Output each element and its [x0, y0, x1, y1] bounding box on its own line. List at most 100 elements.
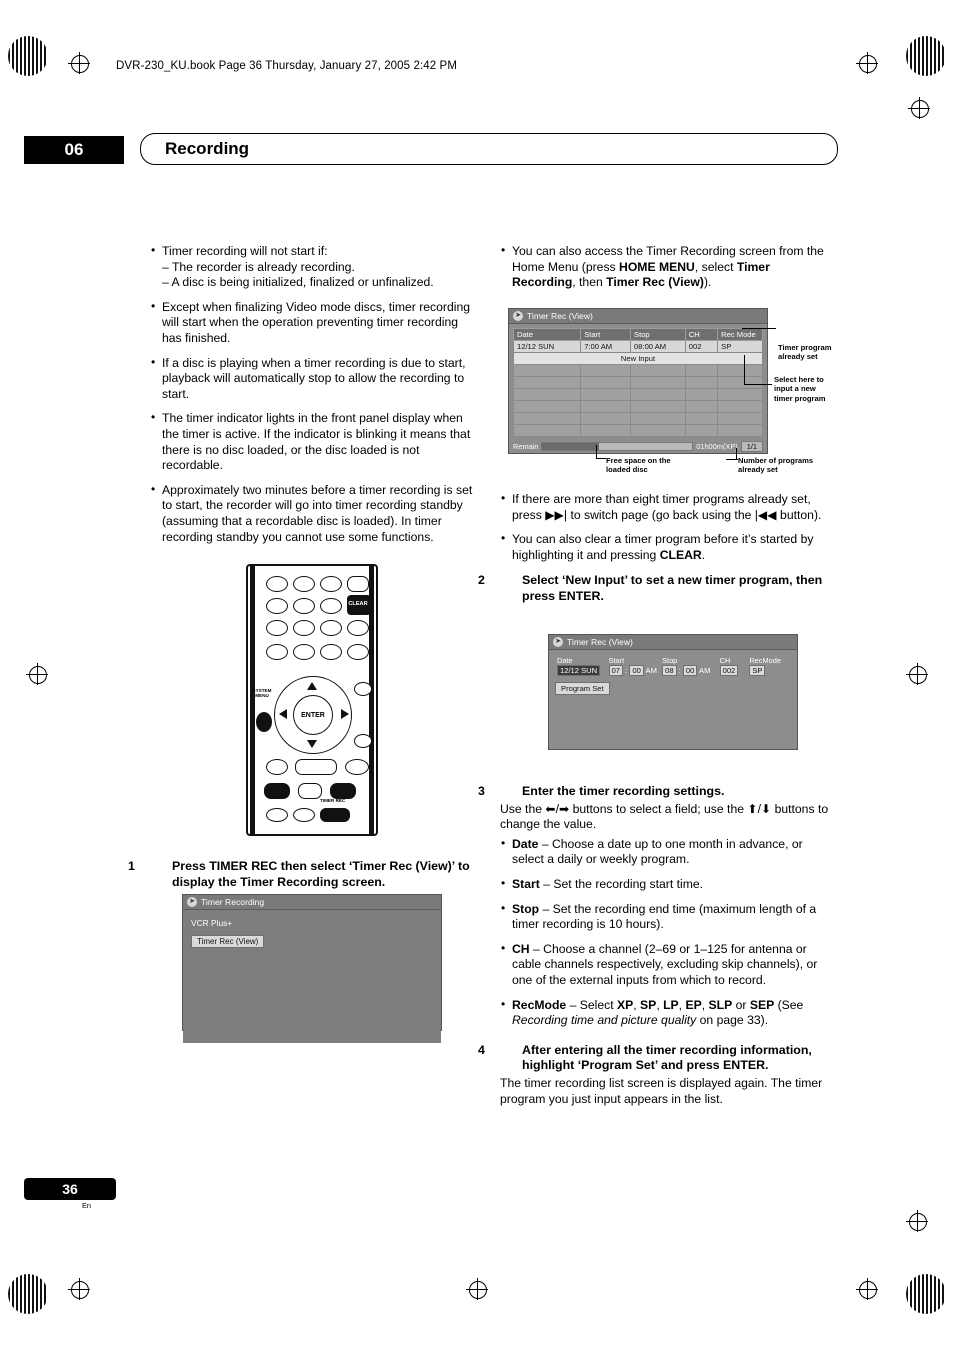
remote-button	[266, 620, 288, 636]
remote-button	[295, 759, 337, 775]
edit-values-row: 12/12 SUN 07 : 00 AM 08 : 00 AM 002 SP	[555, 665, 791, 676]
registration-mark-bottom-left	[68, 1278, 90, 1300]
field-ch[interactable]: 002	[719, 665, 739, 676]
cell-start: 7:00 AM	[580, 340, 632, 353]
table-row[interactable]: 12/12 SUN 7:00 AM 08:00 AM 002 SP	[512, 340, 763, 353]
callout-line	[744, 384, 772, 385]
term-desc: – Choose a date up to one month in advan…	[512, 836, 803, 867]
list-item: RecMode – Select XP, SP, LP, EP, SLP or …	[500, 997, 836, 1029]
list-item: Approximately two minutes before a timer…	[150, 482, 480, 545]
table-row[interactable]	[512, 400, 763, 413]
table-row[interactable]	[512, 424, 763, 437]
field-stop-minute[interactable]: 00	[682, 665, 698, 676]
col-recmode: RecMode	[749, 656, 781, 665]
table-row[interactable]	[512, 364, 763, 377]
system-menu-label: SYSTEM MENU	[252, 688, 272, 698]
step-3-heading: 3 Enter the timer recording settings.	[478, 784, 836, 800]
enter-button: ENTER	[293, 695, 333, 735]
registration-mark-bottom-right2	[906, 1210, 928, 1232]
osd-title-text: Timer Rec (View)	[567, 637, 633, 647]
remain-bar-row: Remain 01h00m(XP) 1/1	[513, 441, 763, 452]
col-recmode: Rec Mode	[717, 328, 763, 341]
table-row-new-input[interactable]: New Input	[513, 352, 763, 365]
corner-mark-bottom-left	[8, 1274, 48, 1314]
list-item: Except when finalizing Video mode discs,…	[150, 299, 480, 347]
term-recmode: RecMode	[512, 997, 567, 1012]
table-row[interactable]	[512, 388, 763, 401]
edit-header-row: Date Start Stop CH RecMode	[555, 656, 791, 665]
vcr-plus-label: VCR Plus+	[191, 918, 233, 928]
step-1-text: Press TIMER REC then select ‘Timer Rec (…	[172, 859, 470, 889]
prev-button	[264, 783, 290, 799]
table-row[interactable]	[512, 376, 763, 389]
field-start-minute[interactable]: 00	[629, 665, 644, 676]
corner-mark-bottom-right	[906, 1274, 946, 1314]
left-column: Timer recording will not start if: – The…	[150, 243, 480, 554]
callout-free-space: Free space on the loaded disc	[606, 456, 671, 475]
col-stop: Stop	[662, 656, 678, 665]
remote-button	[266, 808, 288, 822]
left-bullet-list: Timer recording will not start if: – The…	[150, 243, 480, 545]
osd-arrow-icon: ➤	[187, 897, 197, 907]
remote-control-illustration: CLEAR ENTER SYSTEM MENU TIMER REC	[246, 564, 378, 836]
osd-title-text: Timer Recording	[201, 897, 265, 907]
callout-line	[596, 445, 597, 459]
list-item: If there are more than eight timer progr…	[500, 491, 836, 523]
remote-button	[293, 598, 315, 614]
table-row[interactable]	[512, 412, 763, 425]
registration-mark-mid-right	[906, 663, 928, 685]
step-3-settings-list: Date – Choose a date up to one month in …	[500, 836, 836, 1029]
new-input-row[interactable]: New Input	[513, 352, 763, 365]
col-start: Start	[608, 656, 625, 665]
remote-button	[266, 759, 288, 775]
dpad-left-icon	[279, 709, 287, 719]
field-start-hour[interactable]: 07	[608, 665, 624, 676]
bullet-text: Timer recording will not start if:	[162, 244, 328, 258]
page: DVR-230_KU.book Page 36 Thursday, Januar…	[0, 0, 954, 1351]
step-4-number: 4	[478, 1042, 485, 1057]
program-set-button[interactable]: Program Set	[555, 682, 610, 695]
remote-button	[320, 576, 342, 592]
field-date[interactable]: 12/12 SUN	[557, 665, 601, 676]
field-recmode[interactable]: SP	[749, 665, 766, 676]
remain-value: 01h00m(XP)	[696, 442, 738, 451]
table-header-row: Date Start Stop CH Rec Mode	[512, 328, 763, 341]
dpad-right-icon	[341, 709, 349, 719]
cell-stop: 08:00 AM	[630, 340, 686, 353]
right-bullet-list-top: You can also access the Timer Recording …	[500, 243, 836, 291]
registration-mark-top-right2	[908, 97, 930, 119]
registration-mark-bottom-right	[856, 1278, 878, 1300]
next-button	[330, 783, 356, 799]
remote-button	[347, 576, 369, 592]
timer-rec-view-menu-item[interactable]: Timer Rec (View)	[191, 935, 265, 948]
col-ch: CH	[684, 328, 719, 341]
system-menu-button	[256, 712, 272, 732]
field-start-ampm[interactable]: AM	[646, 666, 657, 675]
step-2-number: 2	[478, 573, 485, 588]
remote-button	[293, 576, 315, 592]
field-stop-hour[interactable]: 08	[662, 665, 677, 676]
dpad-down-icon	[307, 740, 317, 748]
step-4-text: After entering all the timer recording i…	[522, 1042, 812, 1073]
col-ch: CH	[719, 656, 731, 665]
list-item: CH – Choose a channel (2–69 or 1–125 for…	[500, 941, 836, 989]
remote-button	[266, 644, 288, 660]
remote-button	[266, 598, 288, 614]
step-3-intro: Use the ⬅/➡ buttons to select a field; u…	[500, 801, 829, 832]
callout-line	[744, 355, 745, 385]
osd-edit-body: Date Start Stop CH RecMode 12/12 SUN 07 …	[549, 650, 797, 702]
term-desc: – Set the recording end time (maximum le…	[512, 901, 817, 932]
field-stop-ampm[interactable]: AM	[699, 666, 710, 675]
col-date: Date	[512, 328, 582, 341]
col-start: Start	[580, 328, 632, 341]
registration-mark-mid-left	[26, 663, 48, 685]
list-item: If a disc is playing when a timer record…	[150, 355, 480, 403]
remote-button	[320, 620, 342, 636]
remote-button	[293, 644, 315, 660]
callout-already-set: Timer program already set	[778, 343, 832, 362]
osd-title-bar: ➤ Timer Rec (View)	[549, 635, 797, 650]
remote-button	[293, 808, 315, 822]
col-date: Date	[557, 656, 573, 665]
callout-line	[742, 328, 776, 329]
list-item: You can also access the Timer Recording …	[500, 243, 836, 291]
